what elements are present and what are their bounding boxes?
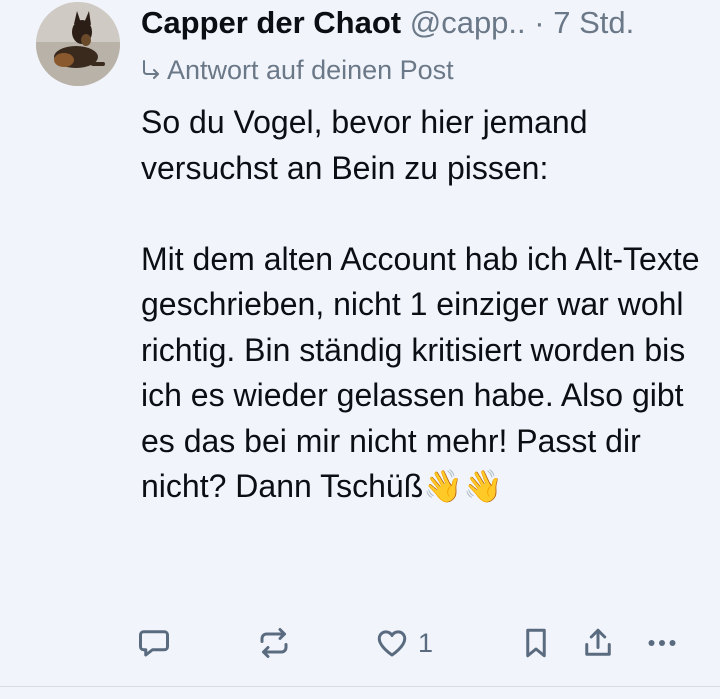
reply-button[interactable]: [136, 615, 172, 671]
reply-label: Antwort auf deinen Post: [167, 55, 454, 85]
repost-icon: [260, 628, 288, 658]
avatar[interactable]: [36, 2, 120, 86]
post-time[interactable]: 7 Std.: [553, 5, 634, 40]
reply-arrow-icon: [141, 52, 167, 88]
separator-dot: ·: [534, 5, 545, 40]
post-text: So du Vogel, bevor hier jemand versuchst…: [141, 104, 700, 504]
reply-icon: [139, 630, 169, 657]
like-count: 1: [418, 627, 434, 658]
post-actions: 1: [0, 615, 720, 671]
more-options-button[interactable]: [644, 615, 680, 671]
repost-button[interactable]: [256, 615, 292, 671]
share-button[interactable]: [580, 615, 616, 671]
more-icon: [648, 640, 676, 646]
author-name[interactable]: Capper der Chaot: [141, 5, 401, 40]
like-icon: [377, 630, 407, 657]
bookmark-icon: [526, 628, 546, 658]
author-handle[interactable]: @capp..: [410, 5, 526, 40]
like-button[interactable]: 1: [374, 615, 433, 671]
share-icon: [585, 628, 611, 656]
post-header: Capper der Chaot @capp.. · 7 Std.: [141, 4, 696, 42]
post-divider: [0, 686, 720, 687]
bookmark-button[interactable]: [518, 615, 554, 671]
post-item[interactable]: Capper der Chaot @capp.. · 7 Std. Antwor…: [0, 0, 720, 699]
reply-context[interactable]: Antwort auf deinen Post: [141, 52, 454, 88]
dog-avatar-image: [36, 2, 120, 86]
